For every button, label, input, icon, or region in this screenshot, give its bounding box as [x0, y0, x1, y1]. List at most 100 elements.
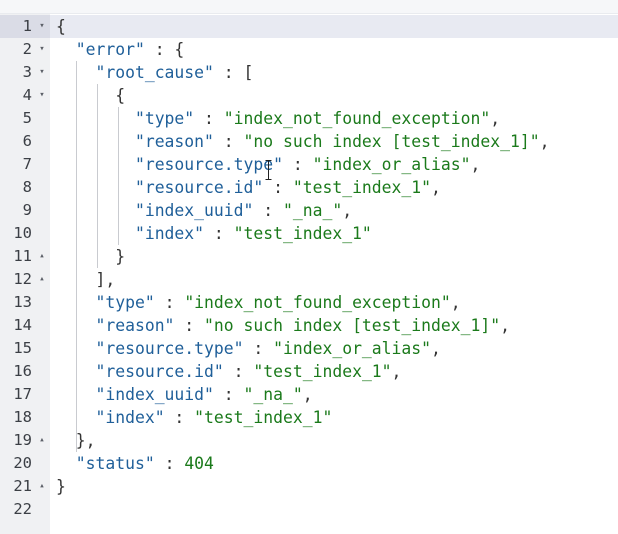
- json-string: "no such index [test_index_1]": [243, 132, 540, 151]
- json-punctuation: ],: [95, 270, 116, 289]
- code-line[interactable]: 9 "index_uuid" : "_na_",: [0, 199, 618, 222]
- code-line[interactable]: 6 "reason" : "no such index [test_index_…: [0, 130, 618, 153]
- code-line[interactable]: 17 "index_uuid" : "_na_",: [0, 383, 618, 406]
- json-punctuation: ,: [342, 201, 353, 220]
- json-punctuation: {: [56, 17, 66, 36]
- json-punctuation: : {: [144, 40, 185, 59]
- json-key: "type": [134, 109, 195, 128]
- json-key: "index": [134, 224, 205, 243]
- json-punctuation: :: [213, 132, 244, 151]
- code-line[interactable]: 19 ▴ },: [0, 429, 618, 452]
- code-line[interactable]: 8 "resource.id" : "test_index_1",: [0, 176, 618, 199]
- code-text: "root_cause" : [: [56, 61, 253, 84]
- json-string: "test_index_1": [233, 224, 372, 243]
- code-line[interactable]: 22: [0, 498, 618, 521]
- fold-expand-icon[interactable]: ▴: [36, 429, 48, 452]
- json-string: "_na_": [282, 201, 343, 220]
- json-key: "index": [95, 408, 165, 427]
- code-text: "index_uuid" : "_na_",: [56, 383, 312, 406]
- json-punctuation: :: [253, 201, 283, 220]
- fold-collapse-icon[interactable]: ▾: [36, 61, 48, 84]
- json-string: "test_index_1": [253, 362, 392, 381]
- json-punctuation: },: [75, 431, 96, 450]
- json-punctuation: ,: [431, 178, 441, 197]
- code-line[interactable]: 13 "type" : "index_not_found_exception",: [0, 291, 618, 314]
- json-punctuation: :: [263, 178, 293, 197]
- code-line[interactable]: 5 "type" : "index_not_found_exception",: [0, 107, 618, 130]
- json-key: "resource.id": [134, 178, 264, 197]
- code-lines: 1 ▾{2 ▾ "error" : {3 ▾ "root_cause" : [4 ▾ {…: [0, 15, 618, 521]
- code-text: }: [56, 475, 66, 498]
- json-string: "index_not_found_exception": [223, 109, 491, 128]
- code-line[interactable]: 11 ▴ }: [0, 245, 618, 268]
- json-punctuation: }: [56, 477, 66, 496]
- fold-collapse-icon[interactable]: ▾: [36, 15, 48, 38]
- json-punctuation: ,: [500, 316, 510, 335]
- code-line[interactable]: 1 ▾ {: [0, 15, 618, 38]
- fold-expand-icon[interactable]: ▴: [36, 475, 48, 498]
- code-line[interactable]: 4 ▾ {: [0, 84, 618, 107]
- json-string: "index_not_found_exception": [184, 293, 451, 312]
- code-line[interactable]: 20 "status" : 404: [0, 452, 618, 475]
- code-text: "index" : "test_index_1": [56, 222, 372, 245]
- code-line[interactable]: 14 "reason" : "no such index [test_index…: [0, 314, 618, 337]
- fold-expand-icon[interactable]: ▴: [36, 268, 48, 291]
- json-key: "resource.id": [95, 362, 224, 381]
- line-number: 9: [22, 201, 32, 219]
- text-cursor-ibeam-icon: [265, 160, 272, 180]
- code-line[interactable]: 16 "resource.id" : "test_index_1",: [0, 360, 618, 383]
- json-punctuation: ,: [470, 155, 481, 174]
- code-text: "type" : "index_not_found_exception",: [56, 107, 500, 130]
- line-number: 22: [13, 500, 32, 518]
- line-number: 1: [22, 17, 32, 35]
- json-key: "index_uuid": [95, 385, 214, 404]
- json-string: "test_index_1": [292, 178, 432, 197]
- code-text: "type" : "index_not_found_exception",: [56, 291, 460, 314]
- json-key: "root_cause": [95, 63, 214, 82]
- line-number: 18: [13, 408, 32, 426]
- fold-collapse-icon[interactable]: ▾: [36, 38, 48, 61]
- fold-expand-icon[interactable]: ▴: [36, 245, 48, 268]
- json-key: "type": [95, 293, 155, 312]
- json-key: "index_uuid": [134, 201, 254, 220]
- line-number: 17: [13, 385, 32, 403]
- code-line[interactable]: 2 ▾ "error" : {: [0, 38, 618, 61]
- editor-top-border: [0, 0, 618, 14]
- line-number: 11: [13, 247, 32, 265]
- code-line[interactable]: 7 "resource.type" : "index_or_alias",: [0, 153, 618, 176]
- code-text: "status" : 404: [56, 452, 214, 475]
- code-line[interactable]: 10 "index" : "test_index_1": [0, 222, 618, 245]
- json-string: "_na_": [243, 385, 303, 404]
- fold-collapse-icon[interactable]: ▾: [36, 84, 48, 107]
- code-text: "index" : "test_index_1": [56, 406, 332, 429]
- json-key: "resource.type": [95, 339, 244, 358]
- line-number: 2: [22, 40, 32, 58]
- code-line[interactable]: 15 "resource.type" : "index_or_alias",: [0, 337, 618, 360]
- code-line[interactable]: 12 ▴ ],: [0, 268, 618, 291]
- json-string: "index_or_alias": [273, 339, 432, 358]
- code-line[interactable]: 3 ▾ "root_cause" : [: [0, 61, 618, 84]
- json-string: "index_or_alias": [312, 155, 471, 174]
- line-number: 6: [22, 132, 32, 150]
- json-punctuation: :: [164, 408, 195, 427]
- code-text: {: [56, 84, 125, 107]
- json-number: 404: [184, 454, 214, 473]
- json-key: "error": [75, 40, 145, 59]
- code-line[interactable]: 21 ▴}: [0, 475, 618, 498]
- line-number: 13: [13, 293, 32, 311]
- code-editor[interactable]: 1 ▾{2 ▾ "error" : {3 ▾ "root_cause" : [4 ▾ {…: [0, 0, 618, 534]
- line-number: 15: [13, 339, 32, 357]
- json-punctuation: :: [204, 224, 234, 243]
- json-punctuation: }: [115, 247, 126, 266]
- code-line[interactable]: 18 "index" : "test_index_1": [0, 406, 618, 429]
- json-punctuation: :: [243, 339, 274, 358]
